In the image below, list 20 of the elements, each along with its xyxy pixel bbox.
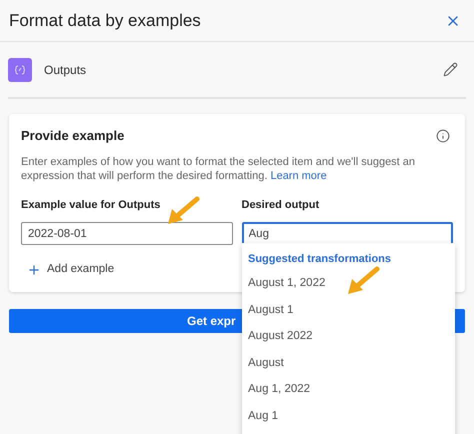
panel-title: Format data by examples	[9, 10, 201, 32]
add-example-button[interactable]: Add example	[27, 261, 114, 278]
expression-icon	[8, 58, 32, 82]
learn-more-link[interactable]: Learn more	[270, 170, 327, 182]
card-title: Provide example	[21, 127, 124, 145]
annotation-arrow	[168, 196, 200, 224]
suggestion-option[interactable]: August	[242, 350, 455, 376]
annotation-arrow	[348, 266, 380, 294]
plus-icon	[27, 262, 41, 277]
card-description: Enter examples of how you want to format the selected item and we'll suggest an expression that will perform the desired formatting. Learn more	[21, 154, 416, 182]
dropdown-heading: Suggested transformations	[248, 252, 392, 266]
suggestion-option[interactable]: August 1, 2022	[242, 270, 455, 296]
suggestion-option[interactable]: Aug 1, 2022	[242, 376, 455, 402]
edit-icon[interactable]	[443, 62, 458, 77]
example-value-field[interactable]: 2022-08-01	[21, 222, 232, 245]
field-label: Example value for Outputs	[21, 198, 160, 212]
field-label: Desired output	[242, 198, 320, 212]
suggestion-option[interactable]: Aug 1	[242, 402, 455, 429]
info-icon	[436, 128, 450, 143]
source-label: Outputs	[44, 62, 86, 78]
